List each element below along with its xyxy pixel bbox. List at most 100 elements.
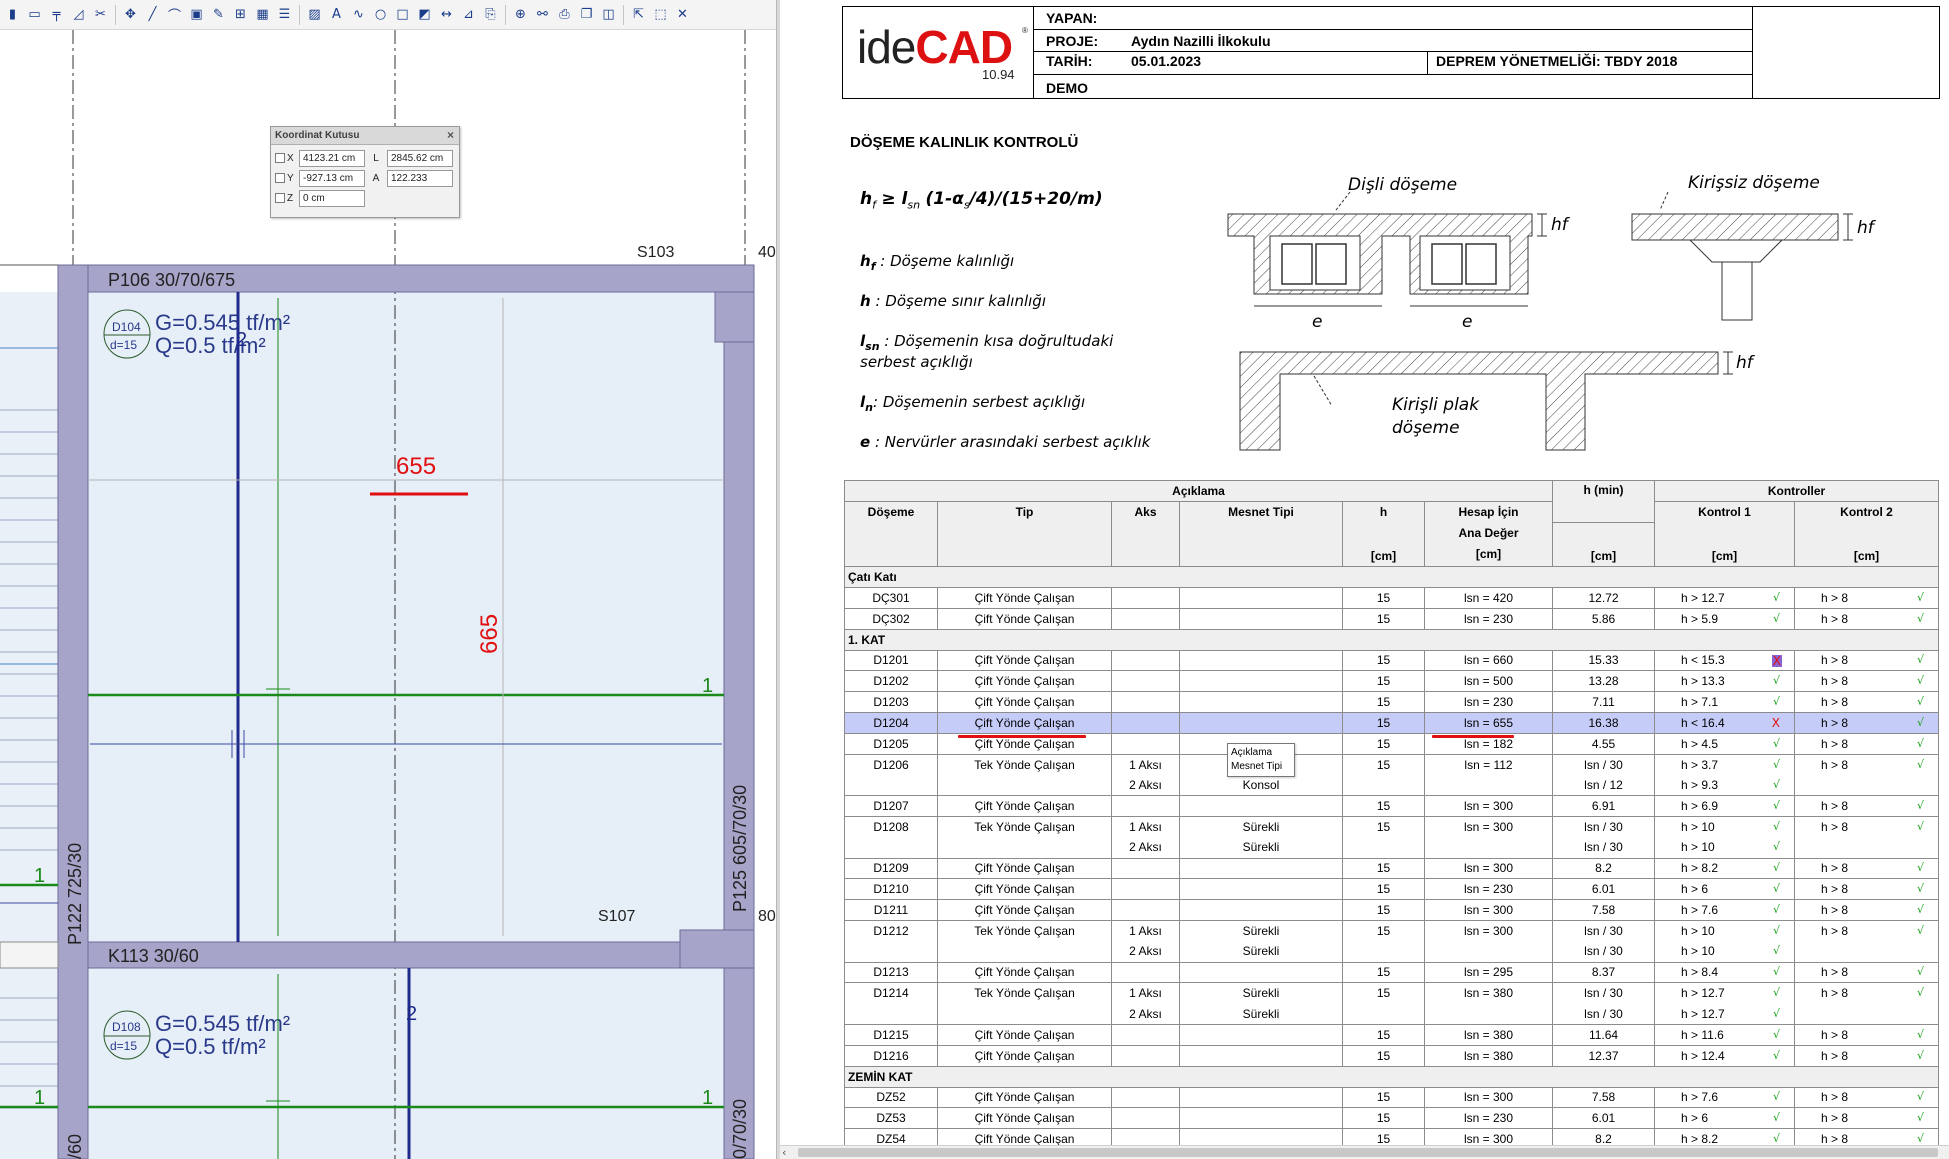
dimension-665[interactable]: 665 <box>476 614 503 654</box>
paste-icon[interactable]: ⎘ <box>480 4 501 26</box>
header-divider <box>1033 51 1752 52</box>
registered-mark: ® <box>1022 26 1028 35</box>
text-icon[interactable]: A <box>326 4 347 26</box>
table-row[interactable]: D1209 Çift Yönde Çalışan 15 lsn = 300 8.2 h >… <box>844 857 1940 879</box>
horizontal-scrollbar[interactable]: ‹ <box>780 1145 1949 1159</box>
check-icon: √ <box>1917 736 1925 750</box>
window-icon[interactable]: ❐ <box>576 4 597 26</box>
arrow-icon[interactable]: ⇱ <box>628 4 649 26</box>
cell-lsn <box>1423 941 1554 963</box>
line-icon[interactable]: ╱ <box>142 4 163 26</box>
table-row[interactable]: 2 Aksı Konsol lsn / 12 h > 9.3 √ <box>844 774 1940 796</box>
table-row[interactable]: D1203 Çift Yönde Çalışan 15 lsn = 230 7.11 h … <box>844 691 1940 713</box>
cut-icon[interactable]: ✂ <box>90 4 111 26</box>
hatch-icon[interactable]: ◩ <box>414 4 435 26</box>
dimension-icon[interactable]: ↔ <box>436 4 457 26</box>
coord-x-input[interactable]: 4123.21 cm <box>299 149 365 167</box>
wave-icon[interactable]: ∿ <box>348 4 369 26</box>
table-row[interactable]: 2 Aksı Sürekli lsn / 30 h > 12.7 √ <box>844 1003 1940 1025</box>
wall-icon[interactable]: ▭ <box>24 4 45 26</box>
section-label: Çatı Katı <box>843 566 1940 588</box>
coord-y-checkbox[interactable] <box>275 173 285 183</box>
arc-icon[interactable]: ⌒ <box>164 4 185 26</box>
cell-aks: 1 Aksı <box>1111 919 1180 942</box>
image-icon[interactable]: ▨ <box>304 4 325 26</box>
table-row[interactable]: D1206 Tek Yönde Çalışan 1 Aksı 15 lsn = 112 l… <box>844 753 1940 775</box>
panel-icon[interactable]: ◫ <box>598 4 619 26</box>
column-corner-mid[interactable] <box>679 929 755 969</box>
table-row[interactable]: D1216 Çift Yönde Çalışan 15 lsn = 380 12.37 h… <box>844 1044 1940 1067</box>
cell-kontrol2: h > 8 √ <box>1794 732 1940 755</box>
cell-hmin: lsn / 30 <box>1552 753 1656 775</box>
move-icon[interactable]: ✥ <box>120 4 141 26</box>
cell-h: 15 <box>1342 919 1425 942</box>
scroll-left-icon[interactable]: ‹ <box>782 1146 786 1159</box>
table-row[interactable]: D1201 Çift Yönde Çalışan 15 lsn = 660 15.33 h… <box>844 649 1940 671</box>
brush-icon[interactable]: ✎ <box>208 4 229 26</box>
check-icon: √ <box>1773 882 1781 896</box>
scrollbar-thumb[interactable] <box>798 1148 1938 1157</box>
slab-d104-area[interactable] <box>88 292 728 942</box>
table-row[interactable]: D1208 Tek Yönde Çalışan 1 Aksı Sürekli 15 lsn… <box>844 815 1940 838</box>
coord-x-checkbox[interactable] <box>275 153 285 163</box>
cell-kontrol2: h > 8 √ <box>1794 691 1940 713</box>
table-row[interactable]: DZ53 Çift Yönde Çalışan 15 lsn = 230 6.01 h >… <box>844 1107 1940 1129</box>
cell-kontrol2 <box>1794 1003 1940 1025</box>
table-row[interactable]: DÇ302 Çift Yönde Çalışan 15 lsn = 230 5.86 h … <box>844 607 1940 630</box>
clear-icon[interactable]: ✕ <box>672 4 693 26</box>
table-row[interactable]: D1212 Tek Yönde Çalışan 1 Aksı Sürekli 15 lsn… <box>844 919 1940 942</box>
stair-icon[interactable]: ◿ <box>68 4 89 26</box>
select-icon[interactable]: ⬚ <box>650 4 671 26</box>
list-icon[interactable]: ☰ <box>274 4 295 26</box>
table-row[interactable]: D1210 Çift Yönde Çalışan 15 lsn = 230 6.01 h … <box>844 878 1940 900</box>
table-row[interactable]: D1207 Çift Yönde Çalışan 15 lsn = 300 6.91 h … <box>844 795 1940 817</box>
cell-lsn <box>1423 1003 1554 1025</box>
level-icon[interactable]: ⊿ <box>458 4 479 26</box>
cell-lsn: lsn = 230 <box>1423 1107 1554 1129</box>
frame-icon[interactable]: ▣ <box>186 4 207 26</box>
column-p125[interactable] <box>723 291 755 1159</box>
coord-z-input[interactable]: 0 cm <box>299 189 365 207</box>
cad-view[interactable]: ▮ ▭ ╤ ◿ ✂ ✥ ╱ ⌒ ▣ ✎ ⊞ ▦ ☰ ▨ A ∿ ○ □ ◩ ↔ ⊿ ⎘ ⊕ ⚯ ⎙ ❐ ◫ ⇱ ⬚ ✕ <box>0 0 776 1159</box>
col-header-hesap-1: Hesap İçin <box>1423 501 1554 523</box>
cell-h: 15 <box>1342 857 1425 879</box>
header-divider <box>1033 74 1752 75</box>
grid-icon[interactable]: ⊞ <box>230 4 251 26</box>
table-row[interactable]: D1202 Çift Yönde Çalışan 15 lsn = 500 13.28 h… <box>844 670 1940 692</box>
coord-y-input[interactable]: -927.13 cm <box>299 169 365 187</box>
slab-d104-q-load: Q=0.5 tf/m² <box>155 333 266 358</box>
table-row[interactable]: DÇ301 Çift Yönde Çalışan 15 lsn = 420 12.72 h… <box>844 587 1940 609</box>
table-icon[interactable]: ▦ <box>252 4 273 26</box>
zoom-icon[interactable]: ⊕ <box>510 4 531 26</box>
check-icon: √ <box>1773 1132 1781 1146</box>
table-row[interactable]: D1204 Çift Yönde Çalışan 15 lsn = 655 16.38 h… <box>844 711 1940 734</box>
table-row[interactable]: D1215 Çift Yönde Çalışan 15 lsn = 380 11.64 h… <box>844 1023 1940 1046</box>
table-row[interactable]: 2 Aksı Sürekli lsn / 30 h > 10 √ <box>844 941 1940 963</box>
cell-kontrol2: h > 8 √ <box>1794 1107 1940 1129</box>
cell-mesnet: Sürekli <box>1179 941 1343 963</box>
coord-a-input[interactable]: 122.233 <box>387 169 453 187</box>
toolbar-separator <box>115 4 116 25</box>
table-row[interactable]: DZ52 Çift Yönde Çalışan 15 lsn = 300 7.58 h >… <box>844 1086 1940 1108</box>
column-icon[interactable]: ▮ <box>2 4 23 26</box>
cell-kontrol2: h > 8 √ <box>1794 919 1940 942</box>
column-corner-top[interactable] <box>714 291 755 343</box>
coord-l-input[interactable]: 2845.62 cm <box>387 149 453 167</box>
circle-icon[interactable]: ○ <box>370 4 391 26</box>
plot-icon[interactable]: ⎙ <box>554 4 575 26</box>
link-icon[interactable]: ⚯ <box>532 4 553 26</box>
table-row[interactable]: D1211 Çift Yönde Çalışan 15 lsn = 300 7.58 h … <box>844 899 1940 921</box>
column-p122[interactable] <box>57 264 89 1159</box>
table-row[interactable]: D1213 Çift Yönde Çalışan 15 lsn = 295 8.37 h … <box>844 961 1940 983</box>
table-row[interactable]: D1214 Tek Yönde Çalışan 1 Aksı Sürekli 15 lsn… <box>844 982 1940 1004</box>
cell-doseme: D1214 <box>844 982 938 1004</box>
table-row[interactable]: 2 Aksı Sürekli lsn / 30 h > 10 √ <box>844 837 1940 859</box>
cell-mesnet <box>1179 711 1343 734</box>
beam-icon[interactable]: ╤ <box>46 4 67 26</box>
coord-z-checkbox[interactable] <box>275 193 285 203</box>
rectangle-icon[interactable]: □ <box>392 4 413 26</box>
coordinate-box[interactable]: Koordinat Kutusu × X 4123.21 cm L 2845.6… <box>270 126 460 218</box>
cell-doseme: D1203 <box>844 691 938 713</box>
dimension-655[interactable]: 655 <box>396 453 436 480</box>
close-icon[interactable]: × <box>447 128 454 142</box>
